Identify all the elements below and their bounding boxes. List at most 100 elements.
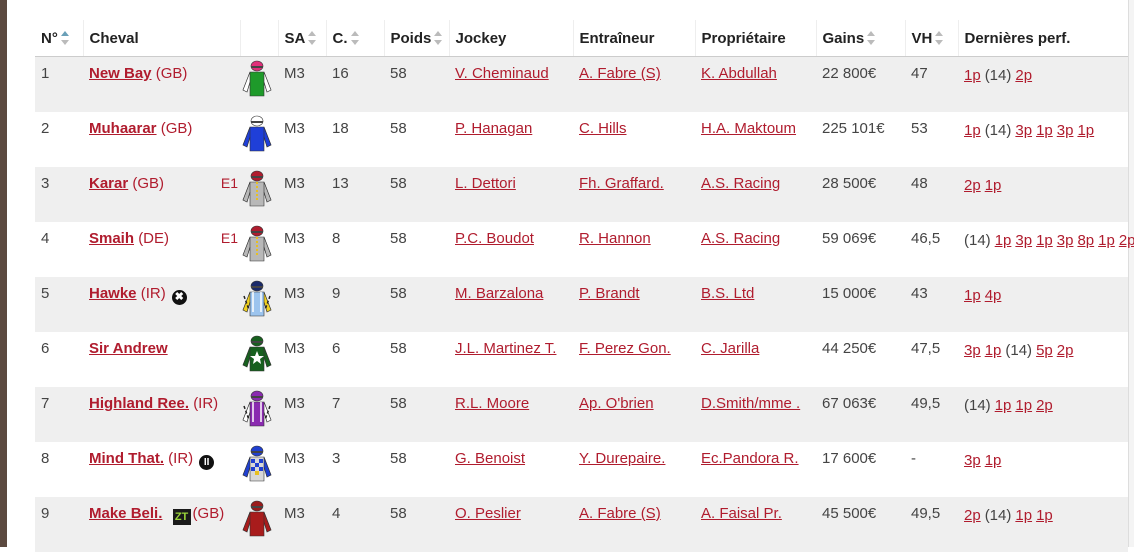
- perf-link[interactable]: 1p: [1036, 507, 1053, 524]
- sort-icon[interactable]: [308, 30, 317, 45]
- perf-link[interactable]: 2p: [1119, 232, 1134, 249]
- sort-icon[interactable]: [60, 30, 69, 45]
- perf-link[interactable]: 1p: [995, 397, 1012, 414]
- perf-link[interactable]: 1p: [964, 122, 981, 139]
- perf-link[interactable]: 1p: [995, 232, 1012, 249]
- owner-link[interactable]: D.Smith/mme .: [701, 395, 800, 412]
- owner-link[interactable]: C. Jarilla: [701, 340, 759, 357]
- table-row[interactable]: 9 Make Beli. ZT (GB) M3 4 58 O. Peslier A. Fabr…: [35, 496, 1128, 552]
- perf-link[interactable]: 1p: [964, 67, 981, 84]
- cell-cheval: Muhaarar (GB): [83, 111, 240, 167]
- table-row[interactable]: 7 Highland Ree. (IR) M3 7 58 R.L. Moore Ap. O'…: [35, 386, 1128, 442]
- horse-link[interactable]: New Bay: [89, 65, 152, 82]
- perf-link[interactable]: 3p: [964, 342, 981, 359]
- header-corde[interactable]: C.: [325, 20, 384, 57]
- trainer-link[interactable]: A. Fabre (S): [579, 505, 661, 522]
- cell-gains: 15 000€: [816, 276, 905, 332]
- horse-link[interactable]: Sir Andrew: [89, 340, 168, 357]
- perf-link[interactable]: 2p: [1036, 397, 1053, 414]
- perf-link[interactable]: 1p: [985, 177, 1002, 194]
- perf-link[interactable]: 3p: [964, 452, 981, 469]
- perf-link[interactable]: 1p: [1015, 397, 1032, 414]
- horse-link[interactable]: Smaih: [89, 230, 134, 247]
- owner-link[interactable]: A.S. Racing: [701, 175, 780, 192]
- perf-link[interactable]: 5p: [1036, 342, 1053, 359]
- sort-icon[interactable]: [434, 30, 443, 45]
- trainer-link[interactable]: F. Perez Gon.: [579, 340, 671, 357]
- jockey-link[interactable]: P.C. Boudot: [455, 230, 534, 247]
- trainer-link[interactable]: Y. Durepaire.: [579, 450, 665, 467]
- perf-link[interactable]: 3p: [1015, 232, 1032, 249]
- owner-link[interactable]: Ec.Pandora R.: [701, 450, 799, 467]
- jockey-link[interactable]: G. Benoist: [455, 450, 525, 467]
- horse-link[interactable]: Mind That.: [89, 450, 164, 467]
- jockey-link[interactable]: L. Dettori: [455, 175, 516, 192]
- trainer-link[interactable]: Fh. Graffard.: [579, 175, 664, 192]
- cell-corde: 13: [326, 166, 384, 222]
- perf-link[interactable]: 2p: [1015, 67, 1032, 84]
- header-poids[interactable]: Poids: [383, 20, 449, 57]
- trainer-link[interactable]: R. Hannon: [579, 230, 651, 247]
- perf-link[interactable]: 1p: [1036, 122, 1053, 139]
- jockey-link[interactable]: M. Barzalona: [455, 285, 543, 302]
- header-num[interactable]: N°: [35, 20, 83, 57]
- perf-link[interactable]: 2p: [964, 177, 981, 194]
- horse-link[interactable]: Hawke: [89, 285, 137, 302]
- trainer-link[interactable]: A. Fabre (S): [579, 65, 661, 82]
- horse-link[interactable]: Make Beli.: [89, 505, 162, 522]
- trainer-link[interactable]: Ap. O'brien: [579, 395, 654, 412]
- table-row[interactable]: 4 Smaih (DE) E1 M3 8 58 P.C. Boudot R. Hannon A.…: [35, 221, 1134, 277]
- perf-link[interactable]: 3p: [1057, 122, 1074, 139]
- perf-link[interactable]: 3p: [1057, 232, 1074, 249]
- horse-link[interactable]: Karar: [89, 175, 128, 192]
- jockey-link[interactable]: V. Cheminaud: [455, 65, 549, 82]
- perf-link[interactable]: 4p: [985, 287, 1002, 304]
- perf-link[interactable]: 2p: [964, 507, 981, 524]
- sort-icon[interactable]: [935, 30, 944, 45]
- table-row[interactable]: 1 New Bay (GB) M3 16 58 V. Cheminaud A. Fabre …: [35, 56, 1128, 112]
- cell-num: 2: [35, 111, 83, 167]
- owner-link[interactable]: B.S. Ltd: [701, 285, 754, 302]
- jockey-link[interactable]: R.L. Moore: [455, 395, 529, 412]
- cell-num: 5: [35, 276, 83, 332]
- perf-link[interactable]: 1p: [985, 452, 1002, 469]
- jockey-link[interactable]: P. Hanagan: [455, 120, 532, 137]
- cell-entraineur: Ap. O'brien: [573, 386, 695, 442]
- perf-link[interactable]: 8p: [1077, 232, 1094, 249]
- perf-link[interactable]: 1p: [1077, 122, 1094, 139]
- owner-link[interactable]: A.S. Racing: [701, 230, 780, 247]
- trainer-link[interactable]: C. Hills: [579, 120, 627, 137]
- scrollbar-track[interactable]: [1128, 0, 1134, 547]
- perf-link[interactable]: 1p: [985, 342, 1002, 359]
- owner-link[interactable]: H.A. Maktoum: [701, 120, 796, 137]
- header-sa[interactable]: SA: [277, 20, 326, 57]
- perf-link[interactable]: 1p: [1098, 232, 1115, 249]
- perf-link[interactable]: 3p: [1015, 122, 1032, 139]
- perf-link[interactable]: 1p: [1015, 507, 1032, 524]
- cell-corde: 8: [326, 221, 384, 277]
- cell-num: 6: [35, 331, 83, 387]
- sort-icon[interactable]: [867, 30, 876, 45]
- owner-link[interactable]: A. Faisal Pr.: [701, 505, 782, 522]
- perf-link[interactable]: 1p: [1036, 232, 1053, 249]
- trainer-link[interactable]: P. Brandt: [579, 285, 640, 302]
- horse-link[interactable]: Muhaarar: [89, 120, 157, 137]
- table-row[interactable]: 6 Sir Andrew M3 6 58 J.L. Martinez T. F. Pere…: [35, 331, 1128, 387]
- jockey-silk-icon: [240, 170, 274, 212]
- table-row[interactable]: 2 Muhaarar (GB) M3 18 58 P. Hanagan C. Hills H.…: [35, 111, 1128, 167]
- header-vh[interactable]: VH: [904, 20, 958, 57]
- owner-link[interactable]: K. Abdullah: [701, 65, 777, 82]
- table-row[interactable]: 5 Hawke (IR) ✖ M3 9 58 M. Barzalona P. Brandt B.…: [35, 276, 1128, 332]
- perf-link[interactable]: 1p: [964, 287, 981, 304]
- horse-origin: (IR): [140, 284, 166, 302]
- table-row[interactable]: 8 Mind That. (IR) II M3 3 58 G. Benoist Y. Dure…: [35, 441, 1128, 497]
- cell-vh: 43: [905, 276, 958, 332]
- table-row[interactable]: 3 Karar (GB) E1 M3 13 58 L. Dettori Fh. Graffar…: [35, 166, 1128, 222]
- perf-link[interactable]: 2p: [1057, 342, 1074, 359]
- horse-link[interactable]: Highland Ree.: [89, 395, 189, 412]
- jockey-link[interactable]: J.L. Martinez T.: [455, 340, 556, 357]
- pause-icon: II: [199, 454, 215, 470]
- sort-icon[interactable]: [350, 30, 359, 45]
- header-gains[interactable]: Gains: [815, 20, 905, 57]
- jockey-link[interactable]: O. Peslier: [455, 505, 521, 522]
